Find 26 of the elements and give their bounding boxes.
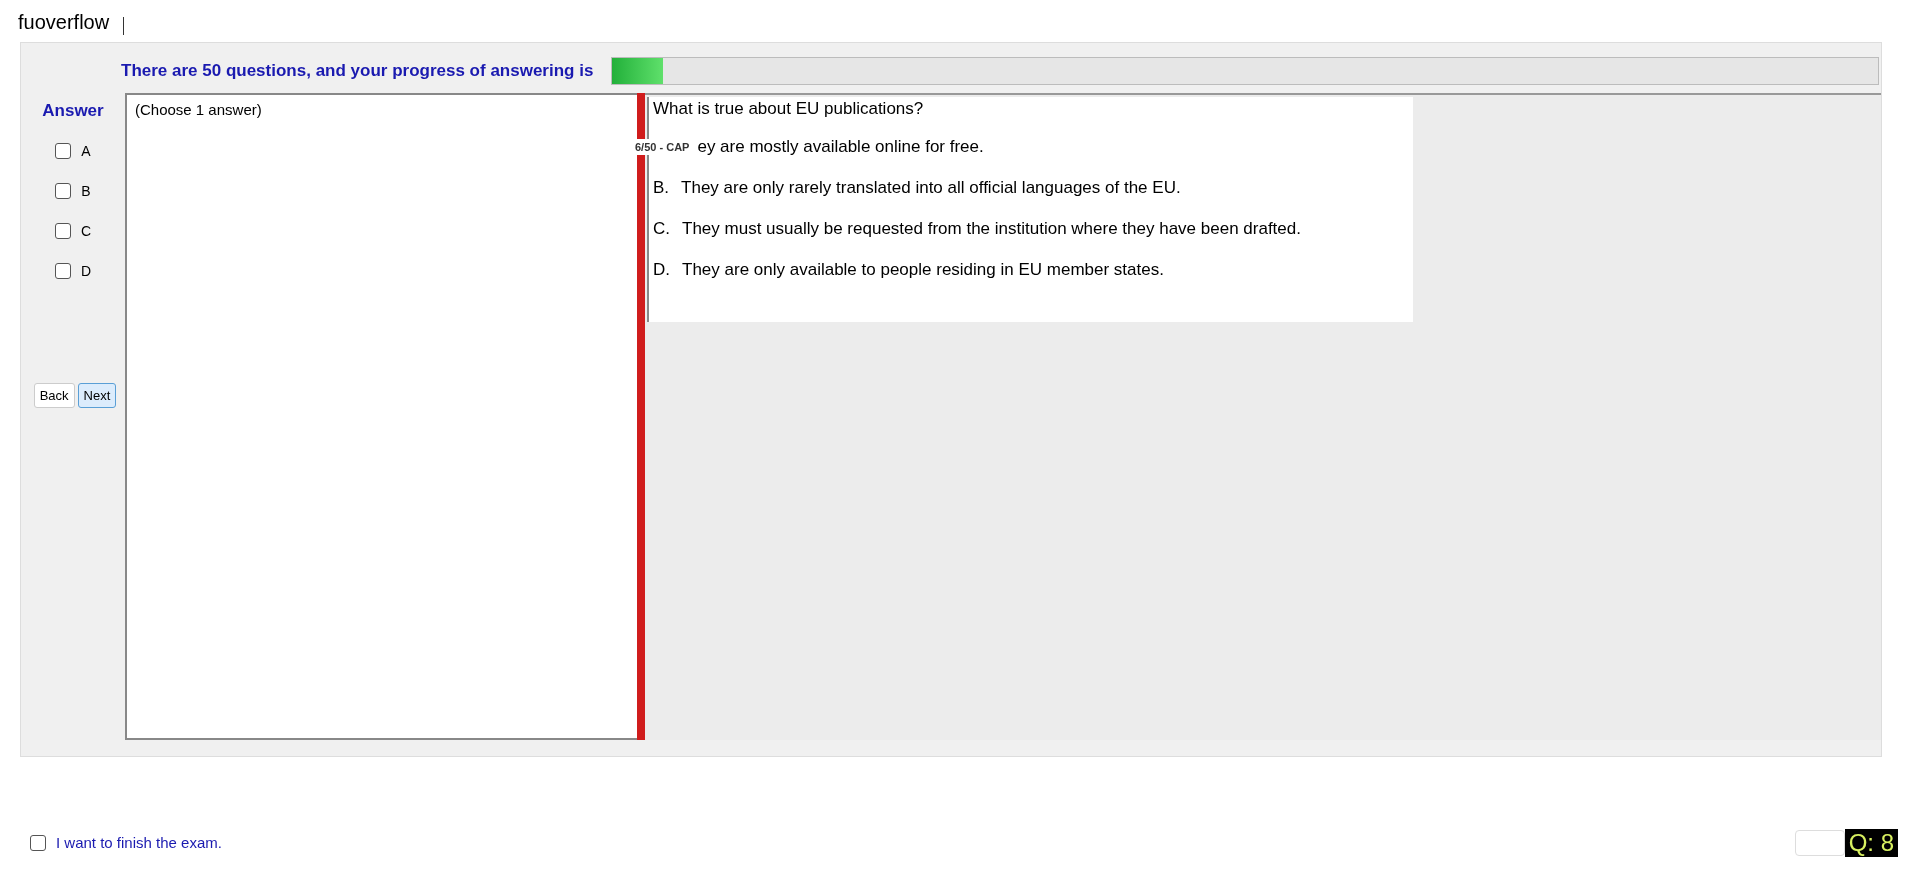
back-button[interactable]: Back xyxy=(33,383,75,408)
choice-label: A xyxy=(81,143,91,159)
option-text: They are only available to people residing in EU member states. xyxy=(682,260,1164,280)
finish-label: I want to finish the exam. xyxy=(56,834,222,851)
progress-text: There are 50 questions, and your progress of answering is xyxy=(121,61,594,81)
option-text: They are only rarely translated into all official languages of the EU. xyxy=(681,178,1181,198)
question-counter: Q: 8 xyxy=(1844,828,1898,857)
text-cursor xyxy=(123,17,125,35)
answer-checkbox[interactable] xyxy=(54,223,71,239)
note-text: (Choose 1 answer) xyxy=(135,101,262,118)
answer-checkbox[interactable] xyxy=(55,143,72,159)
answer-checkbox[interactable] xyxy=(55,183,72,199)
option-text: ey are mostly available online for free. xyxy=(697,137,984,157)
question-text: What is true about EU publications? xyxy=(653,99,925,119)
choice-label: B xyxy=(81,183,91,199)
option-letter: D. xyxy=(653,260,670,280)
next-button[interactable]: Next xyxy=(77,383,117,408)
answer-checkbox[interactable] xyxy=(54,263,71,279)
choice-label: C xyxy=(80,223,92,239)
answer-heading: Answer xyxy=(42,101,104,121)
option-letter: B. xyxy=(653,178,670,198)
site-label: fuoverflow xyxy=(18,10,110,34)
option-letter: C. xyxy=(653,219,670,239)
finish-checkbox[interactable] xyxy=(30,834,46,851)
choice-label: D xyxy=(80,263,92,279)
option-text: They must usually be requested from the institution where they have been drafted. xyxy=(682,219,1301,239)
